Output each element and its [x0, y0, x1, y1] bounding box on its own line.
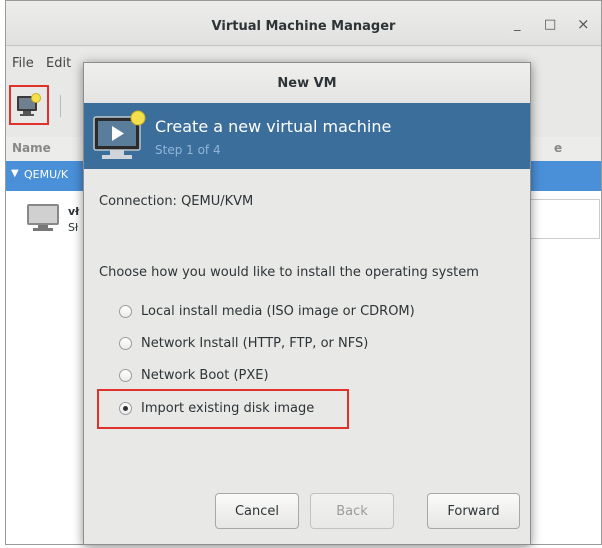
new-vm-toolbar-button[interactable]	[9, 85, 49, 125]
main-titlebar: Virtual Machine Manager _ □ ×	[6, 1, 601, 46]
new-vm-banner-icon	[93, 110, 146, 159]
main-window-title: Virtual Machine Manager	[211, 19, 396, 34]
new-vm-dialog: New VM Create a new virtual machine Step…	[83, 62, 531, 545]
back-button[interactable]: Back	[310, 493, 394, 529]
dialog-title: New VM	[277, 76, 337, 91]
import-option-highlight	[97, 389, 349, 429]
dialog-body: Connection: QEMU/KVM Choose how you woul…	[84, 169, 530, 544]
install-method-prompt: Choose how you would like to install the…	[99, 265, 479, 280]
radio-network-boot[interactable]: Network Boot (PXE)	[119, 365, 269, 385]
connection-label: QEMU/K	[24, 168, 69, 181]
menu-edit[interactable]: Edit	[46, 56, 71, 71]
expand-triangle-icon[interactable]: ▼	[11, 168, 19, 179]
radio-label[interactable]: Local install media (ISO image or CDROM)	[141, 304, 415, 319]
banner-step: Step 1 of 4	[155, 143, 221, 157]
close-icon[interactable]: ×	[577, 15, 590, 33]
vm-name: vł	[68, 205, 80, 218]
cancel-button[interactable]: Cancel	[215, 493, 299, 529]
banner-title: Create a new virtual machine	[155, 117, 392, 136]
radio-local-install[interactable]: Local install media (ISO image or CDROM)	[119, 301, 415, 321]
column-header-name[interactable]: Name	[12, 141, 51, 155]
radio-button[interactable]	[119, 304, 132, 318]
minimize-icon[interactable]: _	[514, 17, 521, 32]
wizard-banner: Create a new virtual machine Step 1 of 4	[84, 103, 530, 169]
maximize-icon[interactable]: □	[544, 17, 556, 32]
vm-monitor-icon	[27, 204, 59, 231]
radio-label[interactable]: Network Boot (PXE)	[141, 368, 269, 383]
vm-state: Sł	[68, 221, 79, 234]
radio-button[interactable]	[119, 368, 132, 382]
new-vm-icon	[17, 93, 41, 116]
toolbar-separator	[60, 95, 61, 117]
radio-label[interactable]: Network Install (HTTP, FTP, or NFS)	[141, 336, 368, 351]
dialog-titlebar: New VM	[84, 63, 530, 104]
column-header-usage[interactable]: e	[554, 141, 562, 155]
menu-file[interactable]: File	[12, 56, 34, 71]
radio-button[interactable]	[119, 336, 132, 350]
connection-text: Connection: QEMU/KVM	[99, 194, 254, 209]
radio-network-install[interactable]: Network Install (HTTP, FTP, or NFS)	[119, 333, 368, 353]
cpu-usage-graph	[526, 199, 600, 239]
forward-button[interactable]: Forward	[427, 493, 520, 529]
